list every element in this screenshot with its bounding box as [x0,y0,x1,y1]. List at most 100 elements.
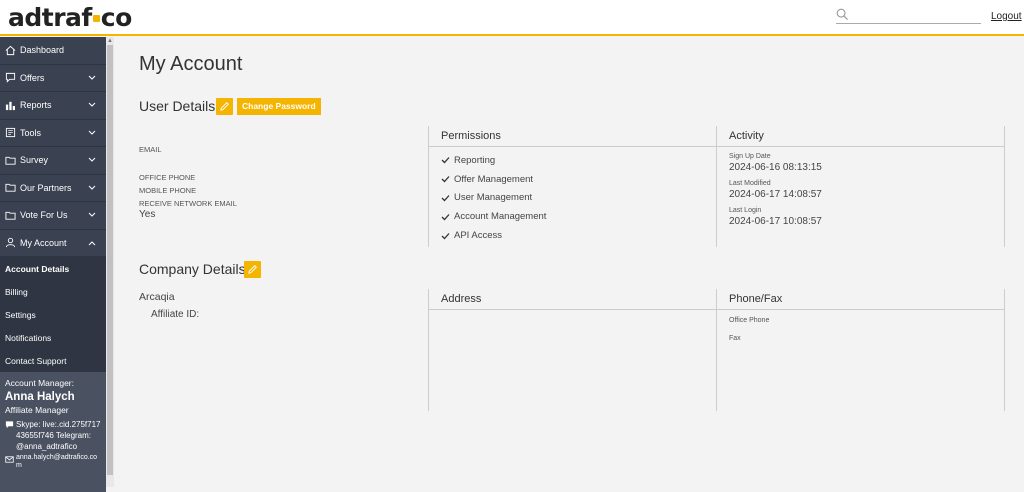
sidebar-item-label: Survey [20,155,49,166]
check-icon [441,195,450,202]
company-name: Arcaqia [139,291,175,303]
permission-label: Reporting [454,154,496,166]
office-phone-label: OFFICE PHONE [139,173,196,182]
edit-user-details-button[interactable] [216,98,233,115]
sidebar-item-tools[interactable]: Tools [0,120,106,147]
check-icon [441,157,450,164]
permission-item: Reporting [441,151,705,170]
chevron-down-icon [88,185,96,190]
tools-icon [5,128,16,138]
sidebar-item-label: Vote For Us [20,210,68,221]
sidebar-item-our-partners[interactable]: Our Partners [0,175,106,202]
activity-heading: Activity [717,126,1004,147]
sidebar-subitem-account-details[interactable]: Account Details [0,257,106,280]
sidebar-subitem-notifications[interactable]: Notifications [0,326,106,349]
sidebar-subitem-settings[interactable]: Settings [0,303,106,326]
scrollbar-thumb[interactable] [107,45,113,475]
chevron-down-icon [88,212,96,217]
sign-up-date-value: 2024-06-16 08:13:15 [729,162,822,173]
search-input[interactable] [854,8,979,22]
company-details-title: Company Details [139,261,246,277]
fax-label: Fax [729,335,741,342]
page-title: My Account [139,53,243,75]
sidebar-item-label: Our Partners [20,182,72,193]
pencil-icon [220,102,229,111]
sidebar-item-offers[interactable]: Offers [0,65,106,92]
chat-icon [5,73,16,83]
sidebar: Dashboard Offers Reports Tools Survey Ou… [0,37,106,492]
folder-icon [5,156,16,165]
sidebar-subitem-contact-support[interactable]: Contact Support [0,349,106,372]
check-icon [441,213,450,221]
sidebar-item-reports[interactable]: Reports [0,92,106,120]
my-account-submenu: Account Details Billing Settings Notific… [0,257,106,372]
last-modified-label: Last Modified [729,180,771,187]
chat-bubble-icon [5,421,14,429]
activity-column: Activity Sign Up Date 2024-06-16 08:13:1… [716,126,1005,247]
sidebar-item-label: Dashboard [20,45,65,56]
user-icon [5,238,16,248]
permission-item: User Management [441,189,705,208]
permission-label: User Management [454,192,533,204]
sidebar-item-label: Tools [20,127,42,138]
scroll-up-arrow-icon[interactable]: ▲ [107,38,113,44]
account-manager-name: Anna Halych [5,391,75,403]
affiliate-id-label: Affiliate ID: [151,309,200,320]
sidebar-item-my-account[interactable]: My Account [0,230,106,257]
sidebar-subitem-billing[interactable]: Billing [0,280,106,303]
top-header: adtraf co Logout [0,0,1024,36]
sign-up-date-label: Sign Up Date [729,153,771,160]
folder-icon [5,211,16,220]
sidebar-item-survey[interactable]: Survey [0,147,106,175]
sidebar-item-label: My Account [20,237,67,248]
phone-fax-heading: Phone/Fax [717,289,1004,310]
check-icon [441,232,450,240]
permission-label: Account Management [454,211,547,223]
last-login-label: Last Login [729,207,762,214]
sidebar-item-dashboard[interactable]: Dashboard [0,37,106,65]
permission-item: API Access [441,226,705,245]
chevron-up-icon [88,240,96,245]
address-column: Address [428,289,717,411]
search-box [836,8,981,24]
permissions-column: Permissions Reporting Offer Management U… [428,126,717,247]
pencil-icon [248,265,257,274]
permissions-list: Reporting Offer Management User Manageme… [429,147,717,249]
activity-list: Sign Up Date 2024-06-16 08:13:15 Last Mo… [717,147,1004,233]
mobile-phone-label: MOBILE PHONE [139,186,197,195]
check-icon [441,176,450,183]
account-manager-email[interactable]: anna.halych@adtrafico.com [5,454,101,470]
last-login-value: 2024-06-17 10:08:57 [729,216,822,227]
receive-network-email-label: RECEIVE NETWORK EMAIL [139,199,237,208]
logout-link[interactable]: Logout [991,11,1022,22]
company-info-column: Arcaqia Affiliate ID: [139,291,429,320]
permission-label: Offer Management [454,173,534,185]
edit-company-details-button[interactable] [244,261,261,278]
office-phone-label: Office Phone [729,317,770,324]
receive-network-email-value: Yes [139,209,156,220]
sidebar-item-label: Reports [20,100,52,111]
last-modified-value: 2024-06-17 14:08:57 [729,189,822,200]
chevron-down-icon [88,130,96,135]
account-manager-skype: Skype: live:.cid.275f71743655f746 Telegr… [5,419,101,452]
sidebar-item-vote-for-us[interactable]: Vote For Us [0,202,106,230]
phone-fax-column: Phone/Fax Office Phone Fax [716,289,1005,411]
chevron-down-icon [88,157,96,162]
account-manager-email-text: anna.halych@adtrafico.com [16,454,98,469]
logo-text-right: co [100,3,133,32]
account-manager-skype-text: Skype: live:.cid.275f71743655f746 Telegr… [16,420,101,451]
user-fields-column: EMAIL OFFICE PHONE MOBILE PHONE RECEIVE … [139,145,429,220]
chart-icon [5,101,15,110]
logo[interactable]: adtraf co [8,3,132,32]
chevron-down-icon [88,75,96,80]
search-icon[interactable] [836,8,849,21]
account-manager-role: Affiliate Manager [5,405,69,415]
email-label: EMAIL [139,145,162,154]
main-content: My Account User Details Change Password … [114,37,1024,487]
permission-label: API Access [454,230,503,242]
change-password-button[interactable]: Change Password [237,98,321,115]
envelope-icon [5,456,14,463]
sidebar-scrollbar[interactable]: ▲ [106,37,114,487]
sidebar-item-label: Offers [20,72,45,83]
permission-item: Offer Management [441,170,705,189]
